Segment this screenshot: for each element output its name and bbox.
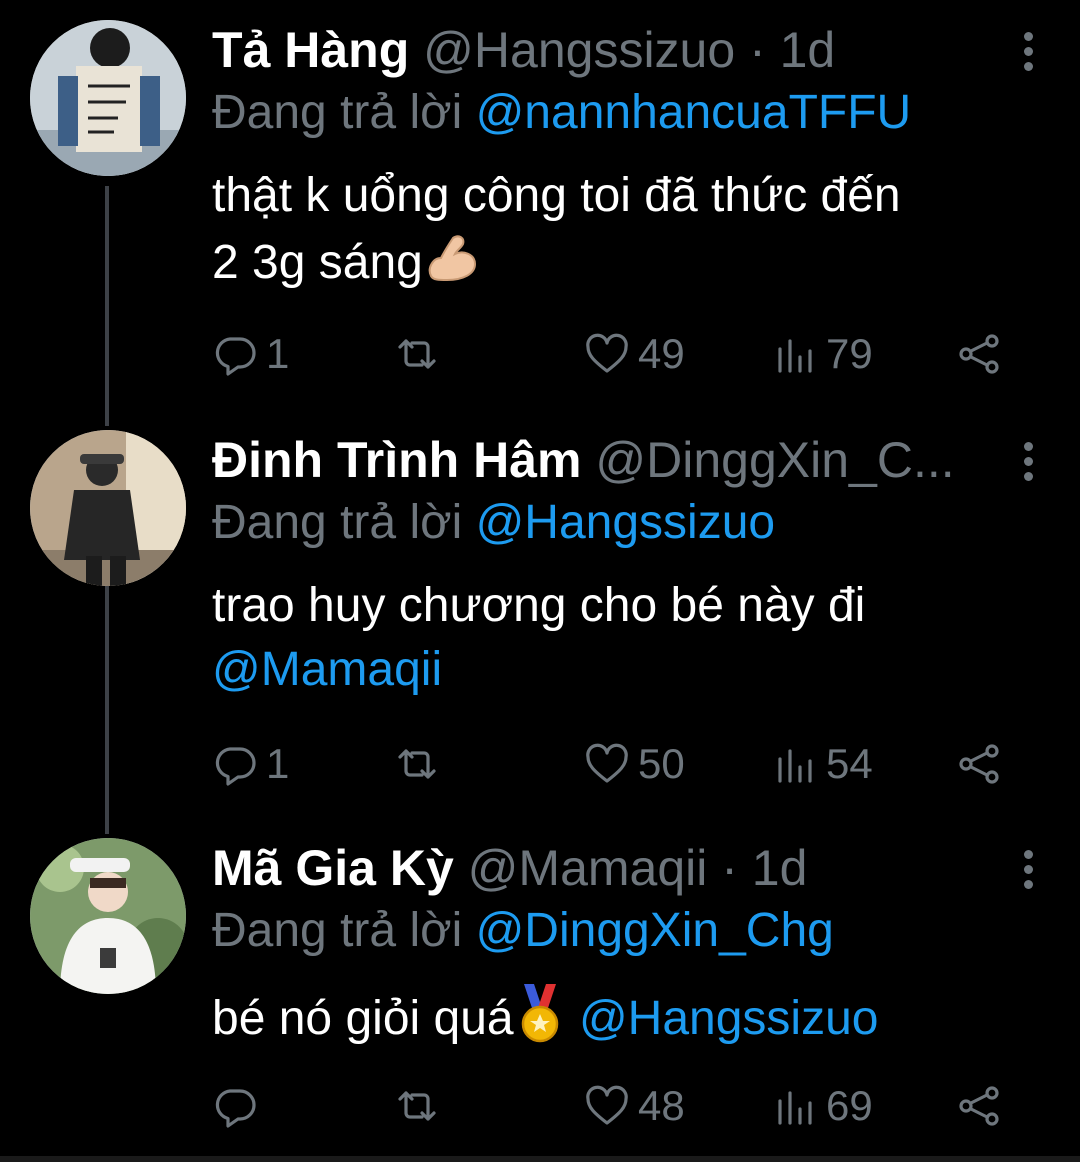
replying-to-label: Đang trả lời: [212, 904, 476, 957]
separator-dot: ·: [735, 22, 780, 78]
more-options-icon[interactable]: [1020, 442, 1036, 488]
reply-button[interactable]: 1: [212, 324, 289, 384]
tweet-actions: 1 49 79: [212, 324, 1012, 384]
more-options-icon[interactable]: [1020, 32, 1036, 78]
flexed-biceps-icon: [423, 228, 481, 303]
tweet-text: trao huy chương cho bé này đi @Mamaqii: [212, 574, 1032, 702]
bottom-divider: [0, 1156, 1080, 1162]
tweet-text-line: bé nó giỏi quá @Hangssizuo: [212, 982, 1032, 1061]
heart-icon: [586, 333, 628, 373]
like-count: 48: [638, 1082, 685, 1129]
reply-icon: [215, 1089, 256, 1128]
views-icon: [778, 339, 812, 373]
share-icon: [959, 744, 999, 784]
tweet-header: Đinh Trình Hâm @DinggXin_C...: [212, 430, 990, 490]
tweet-text-line: 2 3g sáng: [212, 228, 1032, 303]
tweet-actions: 1 50 54: [212, 734, 1012, 794]
like-count: 49: [638, 330, 685, 377]
share-button[interactable]: [956, 324, 1002, 384]
retweet-button[interactable]: [394, 324, 448, 384]
views-button[interactable]: 79: [772, 324, 873, 384]
user-handle[interactable]: @Mamaqii: [468, 840, 708, 896]
like-button[interactable]: 48: [584, 1076, 685, 1136]
heart-icon: [586, 1085, 628, 1125]
timestamp[interactable]: 1d: [752, 840, 808, 896]
user-handle[interactable]: @DinggXin_C...: [595, 432, 954, 488]
display-name[interactable]: Mã Gia Kỳ: [212, 840, 454, 896]
share-icon: [959, 1086, 999, 1126]
view-count: 69: [826, 1082, 873, 1129]
avatar-photo: [30, 430, 186, 586]
tweet-text-fragment: 2 3g sáng: [212, 236, 423, 290]
replying-to: Đang trả lời @nannhancuaTFFU: [212, 84, 911, 142]
tweet-text-line: thật k uổng công toi đã thức đến: [212, 169, 901, 222]
retweet-button[interactable]: [394, 734, 448, 794]
avatar-photo: [30, 20, 186, 176]
retweet-button[interactable]: [394, 1076, 448, 1136]
tweet-text-line: trao huy chương cho bé này đi: [212, 579, 866, 632]
medal-icon: [514, 982, 566, 1061]
avatar-photo: [30, 838, 186, 994]
views-button[interactable]: 69: [772, 1076, 873, 1136]
views-icon: [778, 1091, 812, 1125]
tweet[interactable]: Tả Hàng @Hangssizuo · 1d Đang trả lời @n…: [0, 20, 1080, 400]
view-count: 79: [826, 330, 873, 377]
mention-link[interactable]: @nannhancuaTFFU: [476, 86, 912, 139]
tweet-header: Tả Hàng @Hangssizuo · 1d: [212, 20, 990, 80]
retweet-icon: [398, 749, 436, 779]
share-icon: [959, 334, 999, 374]
views-button[interactable]: 54: [772, 734, 873, 794]
share-button[interactable]: [956, 734, 1002, 794]
mention-link[interactable]: @DinggXin_Chg: [476, 904, 834, 957]
like-button[interactable]: 50: [584, 734, 685, 794]
user-handle[interactable]: @Hangssizuo: [423, 22, 735, 78]
avatar[interactable]: [30, 20, 186, 176]
views-icon: [778, 749, 812, 783]
reply-count: 1: [266, 330, 290, 377]
like-count: 50: [638, 740, 685, 787]
heart-icon: [586, 743, 628, 783]
mention-link[interactable]: @Hangssizuo: [476, 496, 776, 549]
view-count: 54: [826, 740, 873, 787]
avatar[interactable]: [30, 430, 186, 586]
tweet[interactable]: Đinh Trình Hâm @DinggXin_C... Đang trả l…: [0, 430, 1080, 810]
replying-to-label: Đang trả lời: [212, 496, 476, 549]
separator-dot: ·: [707, 840, 752, 896]
mention-link[interactable]: @Hangssizuo: [579, 992, 879, 1045]
replying-to: Đang trả lời @Hangssizuo: [212, 494, 775, 552]
reply-icon: [215, 337, 256, 376]
tweet-text-fragment: bé nó giỏi quá: [212, 992, 514, 1046]
display-name[interactable]: Tả Hàng: [212, 22, 409, 78]
like-button[interactable]: 49: [584, 324, 685, 384]
share-button[interactable]: [956, 1076, 1002, 1136]
tweet-header: Mã Gia Kỳ @Mamaqii · 1d: [212, 838, 990, 898]
replying-to-label: Đang trả lời: [212, 86, 476, 139]
reply-count: 1: [266, 740, 290, 787]
retweet-icon: [398, 1091, 436, 1121]
tweet[interactable]: Mã Gia Kỳ @Mamaqii · 1d Đang trả lời @Di…: [0, 838, 1080, 1138]
more-options-icon[interactable]: [1020, 850, 1036, 896]
reply-icon: [215, 747, 256, 786]
tweet-text: thật k uổng công toi đã thức đến 2 3g sá…: [212, 164, 1032, 303]
reply-button[interactable]: [212, 1076, 266, 1136]
replying-to: Đang trả lời @DinggXin_Chg: [212, 902, 834, 960]
mention-link[interactable]: @Mamaqii: [212, 638, 1032, 702]
retweet-icon: [398, 339, 436, 369]
display-name[interactable]: Đinh Trình Hâm: [212, 432, 581, 488]
timestamp[interactable]: 1d: [780, 22, 836, 78]
tweet-actions: 48 69: [212, 1076, 1012, 1136]
avatar[interactable]: [30, 838, 186, 994]
tweet-text: bé nó giỏi quá @Hangssizuo: [212, 982, 1032, 1061]
reply-button[interactable]: 1: [212, 734, 289, 794]
